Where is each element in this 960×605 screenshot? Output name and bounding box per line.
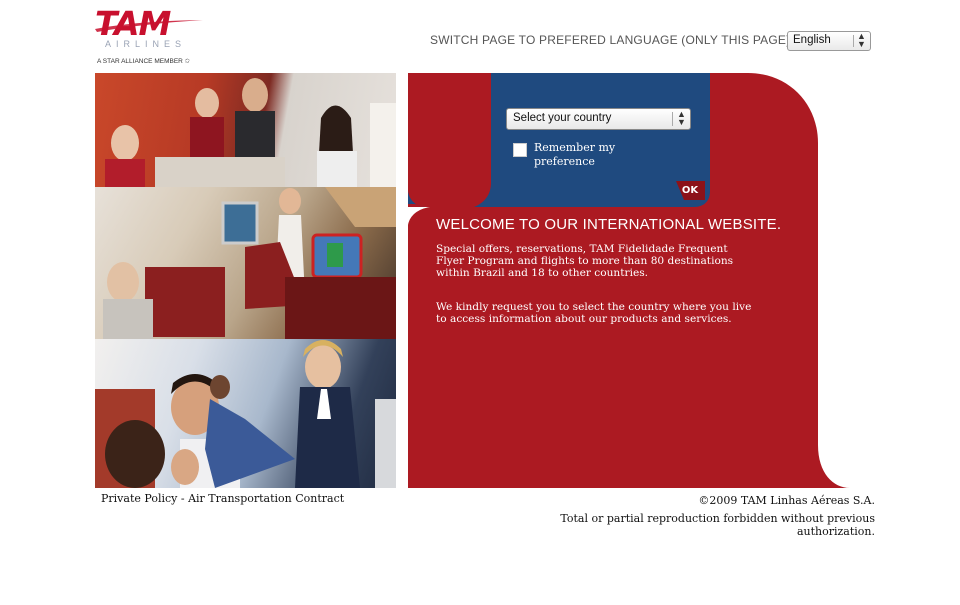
footer-separator: - — [177, 492, 189, 505]
panel-background — [408, 73, 850, 488]
passengers-photo-art — [95, 340, 396, 488]
transport-contract-link[interactable]: Air Transportation Contract — [188, 492, 344, 505]
remember-preference-checkbox[interactable] — [513, 143, 527, 157]
reproduction-notice: Total or partial reproduction forbidden … — [560, 512, 875, 538]
tam-logo[interactable]: TAM AIRLINES A STAR ALLIANCE MEMBER ✩ — [95, 6, 205, 68]
star-alliance-icon: ✩ — [184, 58, 191, 65]
copyright-text: ©2009 TAM Linhas Aéreas S.A. — [698, 494, 875, 507]
language-select[interactable]: English ▲ ▼ — [787, 31, 871, 51]
welcome-title: WELCOME TO OUR INTERNATIONAL WEBSITE. — [436, 216, 782, 233]
updown-arrows-icon: ▲ ▼ — [857, 31, 866, 49]
switch-language-text: SWITCH PAGE TO PREFERED LANGUAGE (ONLY T… — [430, 33, 791, 47]
star-alliance-text: A STAR ALLIANCE MEMBER ✩ — [97, 58, 191, 65]
cabin-photo-art — [103, 187, 396, 339]
select-divider — [672, 112, 673, 126]
photo-column — [95, 73, 396, 488]
check-in-counter-photo — [95, 73, 396, 187]
language-select-value: English — [793, 34, 831, 46]
welcome-panel — [408, 73, 850, 488]
country-select-value: Select your country — [513, 112, 612, 124]
welcome-paragraph-1: Special offers, reservations, TAM Fideli… — [436, 243, 734, 279]
updown-arrows-icon: ▲ ▼ — [677, 109, 686, 127]
logo-airlines-text: AIRLINES — [105, 39, 187, 49]
passengers-photo — [95, 339, 396, 488]
ok-button[interactable]: OK — [676, 181, 704, 200]
check-in-photo-art — [105, 78, 396, 187]
logo-brand-text: TAM — [95, 4, 171, 43]
remember-preference-label[interactable]: Remember my preference — [534, 141, 624, 169]
select-divider — [853, 35, 854, 47]
cabin-attendant-photo — [95, 187, 396, 339]
country-select[interactable]: Select your country ▲ ▼ — [506, 108, 691, 130]
footer-links: Private Policy - Air Transportation Cont… — [101, 492, 344, 505]
privacy-policy-link[interactable]: Private Policy — [101, 492, 177, 505]
welcome-paragraph-2: We kindly request you to select the coun… — [436, 301, 752, 325]
